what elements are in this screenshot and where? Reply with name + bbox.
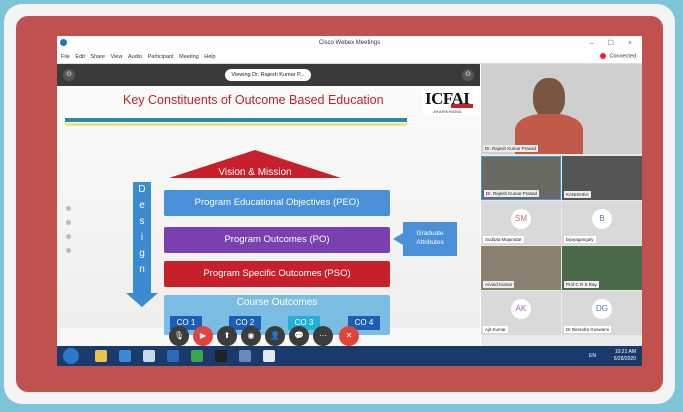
avatar: B [592,209,612,229]
share-settings-icon[interactable]: ⊙ [462,69,474,81]
record-icon[interactable]: ◉ [241,326,261,346]
clock-time: 10:21 AM [614,349,636,355]
menu-participant[interactable]: Participant [148,54,174,60]
shared-content-area: ⊙ Viewing Dr. Rajesh Kumar P... ⊙ Key Co… [57,64,480,346]
slide-title: Key Constituents of Outcome Based Educat… [123,93,384,107]
record-dot-icon [600,53,607,59]
logo-subtitle: JHARKHAND [433,109,462,114]
po-box: Program Outcomes (PO) [164,227,390,253]
icfai-logo: ICFAI JHARKHAND [423,89,479,115]
course-outcomes-title: Course Outcomes [236,297,318,308]
vision-mission-label: Vision & Mission [218,167,292,178]
participant-name: Arvind Kumar [483,281,515,288]
chat-icon[interactable]: 💬 [289,326,309,346]
design-arrow-head [126,293,158,307]
window-title: Cisco Webex Meetings [318,40,381,46]
end-call-icon[interactable]: ✕ [339,326,359,346]
participant-tile[interactable]: KANISHKA [562,156,642,200]
webex-window: Cisco Webex Meetings – ☐ × File Edit Sha… [57,36,642,366]
attributes-label: Attributes [416,239,444,246]
participants-icon[interactable]: 👤 [265,326,285,346]
participant-tile[interactable]: B bijoyaganguly [562,201,642,245]
participant-tile[interactable]: SM Sudipta Majumdar [481,201,561,245]
participant-tile[interactable]: Dr. Rajesh Kumar Prasad [481,156,561,200]
avatar: AK [511,299,531,319]
viewing-indicator[interactable]: Viewing Dr. Rajesh Kumar P... [225,69,311,81]
clock[interactable]: 10:21 AM 5/28/2020 [614,349,636,363]
cmd-icon[interactable] [215,350,227,362]
menu-edit[interactable]: Edit [75,54,84,60]
active-speaker-video[interactable]: Dr. Rajesh Kumar Prasad [481,64,642,154]
menu-audio[interactable]: Audio [128,54,142,60]
pso-box: Program Specific Outcomes (PSO) [164,261,390,287]
share-toolbar: ⊙ Viewing Dr. Rajesh Kumar P... ⊙ [57,64,480,86]
participant-tile[interactable]: DG Dr Birendra Goswami [562,291,642,335]
clock-date: 5/28/2020 [613,356,636,362]
excel-icon[interactable] [191,350,203,362]
title-underline-accent [65,123,407,126]
chrome-icon[interactable] [95,350,107,362]
avatar: SM [511,209,531,229]
menu-share[interactable]: Share [90,54,105,60]
connected-label: Connected [609,53,636,60]
participant-tile[interactable]: AK Ajit Kumar [481,291,561,335]
graduate-label: Graduate [416,230,444,237]
start-button-icon[interactable] [63,348,79,364]
participant-panel: Dr. Rajesh Kumar Prasad Dr. Rajesh Kumar… [481,64,642,346]
graduate-attributes-box: Graduate Attributes [403,222,457,256]
language-indicator[interactable]: EN [589,353,596,359]
design-letter: g [139,248,145,259]
speaker-head [533,78,565,118]
menu-file[interactable]: File [61,54,70,60]
app-icon[interactable] [239,350,251,362]
menu-meeting[interactable]: Meeting [179,54,199,60]
design-letter: D [138,184,146,195]
participant-tile[interactable]: Arvind Kumar [481,246,561,290]
connection-status[interactable]: Connected [600,53,636,59]
ie-icon[interactable] [119,350,131,362]
design-letter: s [139,216,145,227]
design-letter: n [139,264,145,275]
menu-view[interactable]: View [111,54,123,60]
presentation-slide: Key Constituents of Outcome Based Educat… [57,86,480,335]
participant-name: Dr Birendra Goswami [564,326,612,333]
meeting-controls: 🎙 ▶ ⬆ ◉ 👤 💬 ⋯ ✕ [57,326,480,346]
menu-help[interactable]: Help [204,54,215,60]
participant-name: Dr. Rajesh Kumar Prasad [484,190,540,197]
title-underline [65,118,407,122]
title-bar: Cisco Webex Meetings – ☐ × [57,36,642,51]
windows-taskbar: EN 10:21 AM 5/28/2020 [57,346,642,366]
peo-box: Program Educational Objectives (PEO) [164,190,390,216]
share-icon[interactable]: ⬆ [217,326,237,346]
annotation-tools[interactable] [66,206,74,262]
window-controls[interactable]: – ☐ × [590,39,638,47]
participant-name: Dr. Rajesh Kumar Prasad [483,145,539,152]
participant-name: bijoyaganguly [564,236,596,243]
share-options-icon[interactable]: ⊙ [63,69,75,81]
video-icon[interactable]: ▶ [193,326,213,346]
participant-name: Ajit Kumar [483,326,508,333]
menu-bar: File Edit Share View Audio Participant M… [57,51,642,64]
explorer-icon[interactable] [143,350,155,362]
logo-bar [451,104,473,108]
participant-tile[interactable]: Prof C R S Ray [562,246,642,290]
graduate-arrow [393,233,403,245]
word-icon[interactable] [167,350,179,362]
participant-name: Sudipta Majumdar [483,236,524,243]
more-icon[interactable]: ⋯ [313,326,333,346]
avatar: DG [592,299,612,319]
design-letter: i [140,232,144,243]
webex-taskbar-icon[interactable] [263,350,275,362]
mic-icon[interactable]: 🎙 [169,326,189,346]
design-letter: e [139,200,145,211]
participant-name: Prof C R S Ray [564,281,599,288]
participant-name: KANISHKA [564,191,591,198]
